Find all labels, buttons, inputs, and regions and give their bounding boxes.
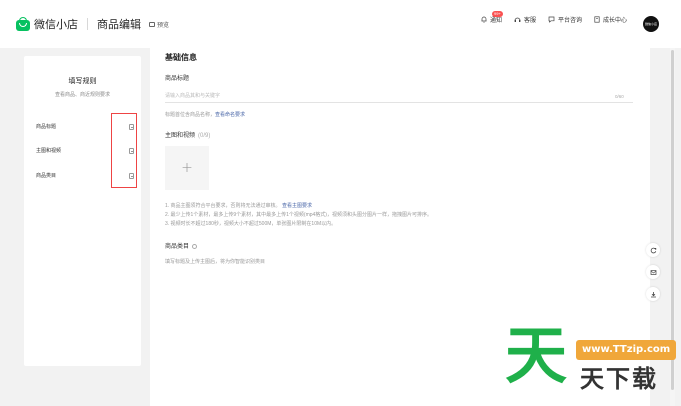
platform-consult-button[interactable]: 平台咨询 [548, 15, 582, 24]
title-char-counter: 0/60 [615, 94, 624, 99]
watermark-logo: 天 [505, 319, 568, 392]
download-icon [650, 291, 656, 297]
section-title: 基础信息 [165, 53, 197, 62]
rules-item-label: 主图和视频 [36, 148, 62, 154]
rules-panel: 填写规则 查看商品、商近规则要求 商品标题 主图和视频 商品类目 [24, 56, 141, 366]
preview-label: 预览 [157, 22, 170, 29]
top-header: 微信小店 商品编辑 预览 通知 99+ 客服 平台咨询 成长中心 微信小店 [0, 0, 681, 48]
rules-title: 填写规则 [68, 78, 97, 85]
headset-icon [514, 17, 521, 22]
watermark-url: www.TTzip.com [576, 340, 677, 360]
media-note-text: 1. 商品主图须符合平台要求，否则将无法通过审核。 [165, 203, 281, 209]
media-note-2: 2. 最少上传1个素材，最多上传9个素材，其中最多上传1个视频(mp4格式)，视… [165, 212, 432, 218]
growth-center-label: 成长中心 [603, 18, 628, 24]
media-upload-button[interactable]: + [165, 146, 209, 190]
preview-icon [149, 21, 155, 27]
naming-rules-link[interactable]: 查看命名要求 [215, 112, 245, 118]
media-rules-link[interactable]: 查看主图要求 [282, 203, 312, 209]
avatar[interactable]: 微信小店 [643, 16, 659, 32]
notification-button[interactable]: 通知 99+ [481, 11, 503, 24]
chat-icon [548, 16, 555, 23]
media-label: 主图和视频 (0/9) [165, 130, 210, 139]
bell-icon [481, 16, 487, 23]
customer-service-button[interactable]: 客服 [514, 15, 536, 24]
refresh-button[interactable] [646, 243, 660, 257]
book-icon [594, 16, 600, 23]
floating-toolbar [646, 243, 660, 309]
media-note-1: 1. 商品主图须符合平台要求，否则将无法通过审核。 查看主图要求 [165, 202, 312, 209]
message-button[interactable] [646, 265, 660, 279]
info-icon[interactable] [192, 243, 198, 249]
download-button[interactable] [646, 287, 660, 301]
title-hint-text: 标题首位含商品名称， [165, 112, 216, 118]
notification-badge: 99+ [492, 11, 503, 17]
rules-subtitle: 查看商品、商近规则要求 [54, 92, 110, 98]
media-count: (0/9) [198, 133, 211, 139]
category-hint: 填写标题及上传主图后，将为你智能识别类目 [165, 259, 266, 265]
plus-icon: + [181, 160, 193, 176]
rules-item-label: 商品标题 [36, 124, 57, 130]
basic-info-card: 基础信息 商品标题 0/60 标题首位含商品名称，查看命名要求 主图和视频(0/… [150, 44, 650, 406]
scrollbar-thumb[interactable] [671, 50, 674, 390]
media-label-text: 主图和视频 [165, 133, 196, 139]
category-label: 商品类目 [165, 241, 198, 250]
refresh-icon [650, 247, 656, 253]
media-note-3: 3. 视频时长不超过180秒，视频大小不超过500M，单张图片限制在10M以内。 [165, 221, 337, 227]
customer-service-label: 客服 [524, 18, 537, 24]
growth-center-button[interactable]: 成长中心 [594, 15, 627, 24]
rules-item-label: 商品类目 [36, 173, 57, 179]
shop-logo-icon [16, 17, 30, 31]
product-title-input[interactable] [165, 89, 633, 103]
platform-consult-label: 平台咨询 [558, 18, 583, 24]
brand[interactable]: 微信小店 商品编辑 预览 [16, 16, 169, 32]
product-title-label: 商品标题 [165, 76, 190, 82]
watermark-text: 天下载 [580, 365, 658, 393]
header-divider [87, 18, 88, 30]
preview-button[interactable]: 预览 [149, 20, 169, 29]
highlight-annotation-box [111, 113, 137, 188]
mail-icon [650, 269, 656, 275]
header-actions: 通知 99+ 客服 平台咨询 成长中心 [481, 11, 639, 24]
category-label-text: 商品类目 [165, 244, 190, 250]
brand-name: 微信小店 [34, 19, 78, 31]
title-hint: 标题首位含商品名称，查看命名要求 [165, 111, 245, 118]
page-title: 商品编辑 [97, 19, 141, 31]
